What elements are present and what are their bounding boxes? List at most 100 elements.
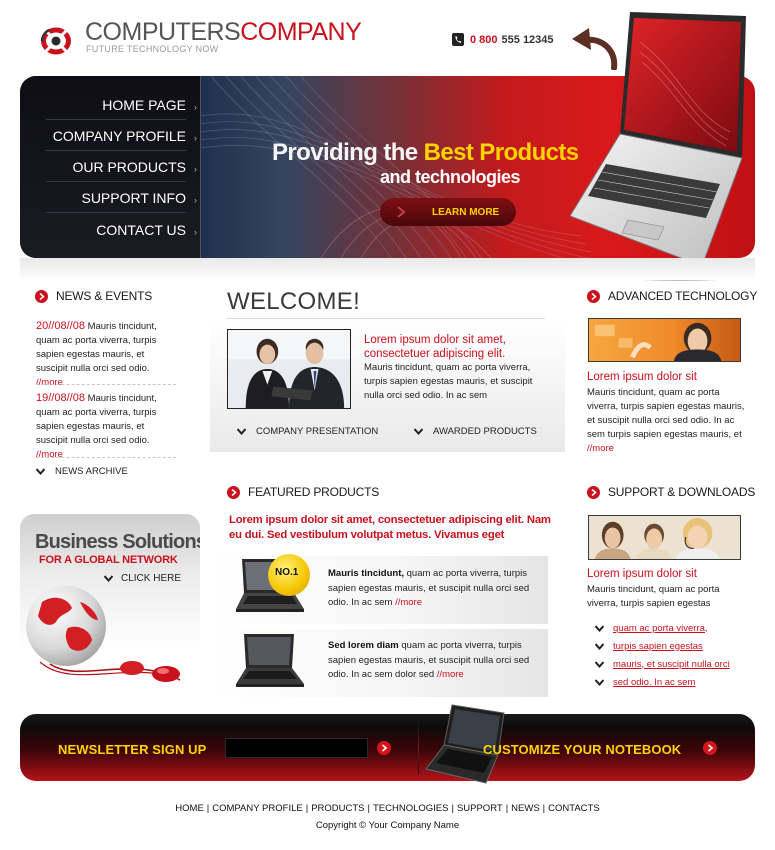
- customize-go-button[interactable]: [703, 741, 717, 755]
- featured-lead: Lorem ipsum dolor sit amet, consectetuer…: [229, 514, 551, 541]
- support-link-label: sed odio. In ac sem: [613, 676, 696, 688]
- chevron-right-icon: ›: [194, 133, 197, 143]
- learn-more-button[interactable]: LEARN MORE: [380, 198, 516, 226]
- product-description: Sed lorem diam quam ac porta viverra, tu…: [328, 639, 533, 683]
- chevron-right-icon: ›: [194, 227, 197, 237]
- welcome-body: Mauris tincidunt, quam ac porta viverra,…: [364, 362, 533, 401]
- red-bullet-icon: [587, 485, 600, 499]
- support-downloads-title: SUPPORT & DOWNLOADS: [608, 485, 756, 499]
- copyright: Copyright © Your Company Name: [315, 820, 460, 831]
- phone-prefix: 0 800: [470, 33, 498, 46]
- hero-subheadline: and technologies: [380, 167, 521, 187]
- business-title: Business Solutions: [35, 531, 200, 553]
- footer-separator: |: [367, 803, 370, 814]
- hero-headline-plain: Providing the: [272, 139, 424, 166]
- footer-separator: |: [206, 803, 210, 814]
- news-date: 20//08//08: [36, 320, 85, 332]
- footer-link-support[interactable]: SUPPORT: [457, 803, 503, 814]
- nav-contact-us-label: CONTACT US: [96, 222, 186, 238]
- main-nav: HOME PAGE › COMPANY PROFILE › OUR PRODUC…: [20, 76, 200, 258]
- news-events-heading: NEWS & EVENTS: [35, 289, 152, 303]
- divider: [418, 722, 419, 774]
- support-link-label: turpis sapien egestas: [613, 640, 703, 652]
- company-presentation-link[interactable]: COMPANY PRESENTATION: [237, 425, 378, 437]
- banner-shadow: [20, 258, 755, 280]
- footer-link-technologies[interactable]: TECHNOLOGIES: [373, 803, 449, 814]
- red-bullet-icon: [587, 289, 600, 303]
- nav-home-page[interactable]: HOME PAGE ›: [46, 90, 197, 120]
- chevron-right-icon: ›: [194, 164, 197, 174]
- support-link[interactable]: sed odio. In ac sem: [595, 676, 695, 688]
- newsletter-email-input[interactable]: [225, 738, 368, 758]
- support-link[interactable]: turpis sapien egestas: [595, 640, 703, 652]
- footer-link-contacts[interactable]: CONTACTS: [548, 803, 600, 814]
- nav-company-profile-label: COMPANY PROFILE: [52, 127, 186, 144]
- nav-company-profile[interactable]: COMPANY PROFILE ›: [46, 121, 197, 151]
- divider: [36, 457, 176, 458]
- support-link[interactable]: quam ac porta viverra,: [595, 622, 708, 634]
- award-badge: NO.1: [268, 554, 310, 596]
- nav-contact-us[interactable]: CONTACT US ›: [46, 215, 197, 245]
- awarded-products-label: AWARDED PRODUCTS: [433, 425, 537, 437]
- phone-icon: [452, 33, 464, 46]
- laptop-image: [570, 12, 750, 281]
- product-title: Mauris tincidunt,: [328, 568, 404, 579]
- click-here-link[interactable]: CLICK HERE: [104, 572, 181, 584]
- news-archive-link[interactable]: NEWS ARCHIVE: [36, 465, 128, 477]
- brand-name-part2: COMPANY: [240, 18, 362, 46]
- product-more-link[interactable]: //more: [437, 669, 464, 680]
- business-solutions-banner[interactable]: Business Solutions FOR A GLOBAL NETWORK …: [20, 514, 200, 694]
- footer-link-news[interactable]: NEWS: [511, 803, 540, 814]
- phone-digits: 555 12345: [501, 33, 554, 46]
- news-archive-label: NEWS ARCHIVE: [55, 465, 128, 477]
- business-people-photo: [227, 329, 351, 409]
- footer-link-products[interactable]: PRODUCTS: [311, 803, 364, 814]
- news-more-link[interactable]: //more: [36, 449, 63, 460]
- news-date: 19//08//08: [36, 392, 85, 404]
- newsletter-label: NEWSLETTER SIGN UP: [58, 742, 207, 757]
- footer-separator: |: [305, 803, 309, 814]
- click-here-label: CLICK HERE: [121, 572, 182, 584]
- footer-nav: HOME | COMPANY PROFILE | PRODUCTS | TECHNOLOGI…: [0, 803, 775, 814]
- chevron-right-icon: [397, 206, 406, 218]
- news-more-link[interactable]: //more: [36, 377, 63, 388]
- check-icon: [595, 624, 604, 632]
- awarded-products-link[interactable]: AWARDED PRODUCTS: [414, 425, 537, 437]
- chevron-right-icon: ›: [194, 195, 197, 205]
- newsletter-submit-button[interactable]: [377, 741, 391, 755]
- business-subtitle: FOR A GLOBAL NETWORK: [39, 554, 178, 566]
- check-icon: [595, 660, 604, 668]
- check-icon: [414, 427, 423, 435]
- footer-separator: |: [451, 803, 454, 814]
- footer-separator: |: [505, 803, 509, 814]
- check-icon: [104, 574, 113, 582]
- footer-separator: |: [542, 803, 546, 814]
- nav-our-products-label: OUR PRODUCTS: [72, 158, 186, 175]
- red-bullet-icon: [227, 485, 240, 499]
- support-downloads-heading: SUPPORT & DOWNLOADS: [587, 485, 755, 499]
- brand-name[interactable]: COMPUTERSCOMPANY: [85, 18, 362, 46]
- nav-home-page-label: HOME PAGE: [102, 96, 186, 113]
- logo-icon[interactable]: [40, 26, 72, 56]
- product-more-link[interactable]: //more: [395, 597, 422, 608]
- advanced-more-link[interactable]: //more: [587, 443, 614, 454]
- welcome-lead: Lorem ipsum dolor sit amet, consectetuer…: [364, 334, 506, 360]
- welcome-title: WELCOME!: [227, 288, 361, 315]
- nav-our-products[interactable]: OUR PRODUCTS ›: [46, 152, 197, 182]
- support-link[interactable]: mauris, et suscipit nulla orci: [595, 658, 730, 670]
- globe-image: [26, 586, 181, 682]
- phone-number: 0 800 555 12345: [452, 33, 554, 46]
- advanced-body: Mauris tincidunt, quam ac porta viverra,…: [587, 386, 747, 456]
- divider: [36, 384, 176, 385]
- chevron-right-icon: ›: [194, 102, 197, 112]
- technology-photo: [588, 318, 741, 362]
- footer-link-home[interactable]: HOME: [175, 803, 204, 814]
- laptop-image[interactable]: [234, 630, 308, 692]
- footer-link-company-profile[interactable]: COMPANY PROFILE: [212, 803, 302, 814]
- support-link-label: quam ac porta viverra,: [613, 622, 708, 634]
- nav-support-info[interactable]: SUPPORT INFO ›: [46, 183, 197, 213]
- divider: [227, 318, 545, 319]
- customize-notebook-link[interactable]: CUSTOMIZE YOUR NOTEBOOK: [483, 742, 681, 757]
- featured-products-heading: FEATURED PRODUCTS: [227, 485, 379, 499]
- advanced-technology-title: ADVANCED TECHNOLOGY: [608, 289, 758, 303]
